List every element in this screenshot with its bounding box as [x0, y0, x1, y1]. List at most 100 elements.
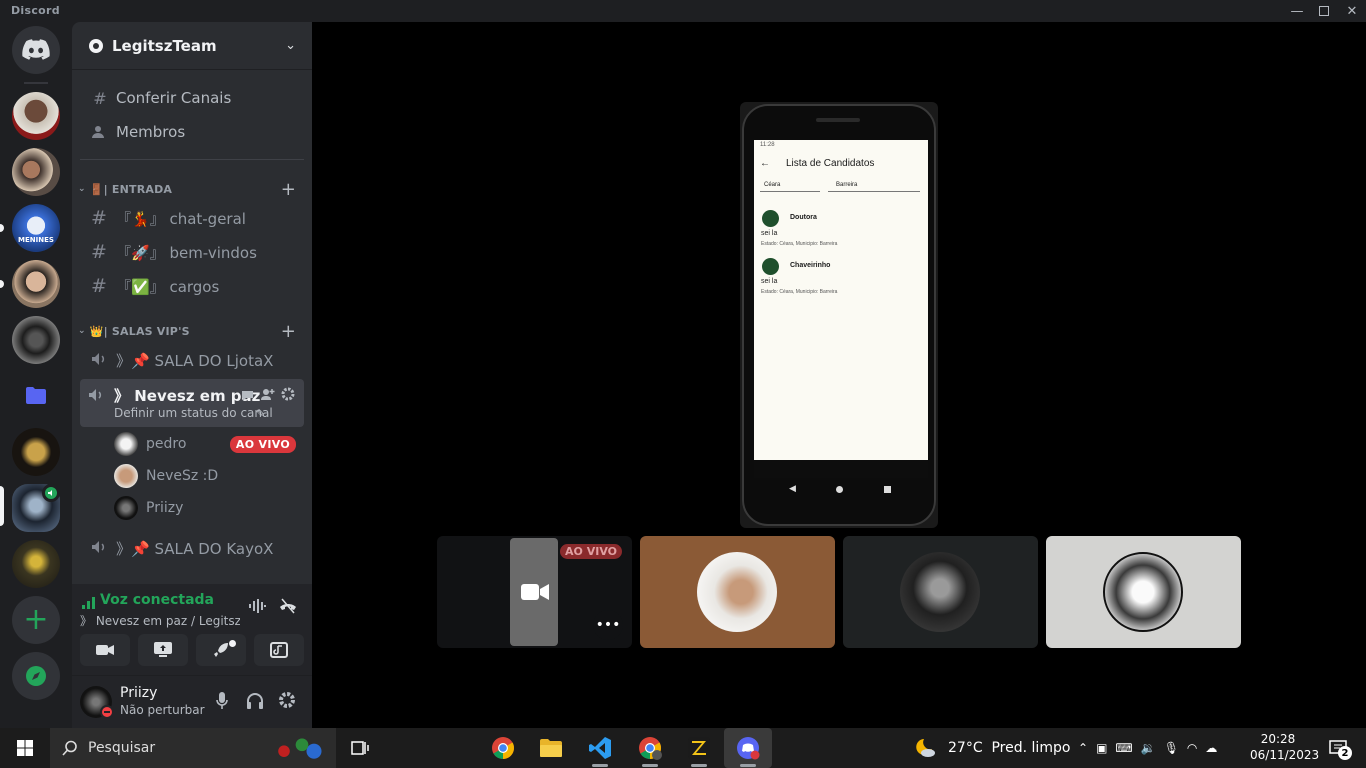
stream-video[interactable]: 11:28 ← Lista de Candidatos Céara Barrei… [740, 102, 938, 528]
title-bar: Discord — ✕ [0, 0, 1366, 22]
tray-chevron-icon[interactable]: ⌃ [1078, 741, 1088, 755]
server-icon-1[interactable] [12, 92, 60, 140]
discord-taskbar-icon [737, 737, 760, 760]
city-select: Barreira [836, 182, 858, 188]
tile-stream-pedro[interactable]: AO VIVO ••• [437, 536, 632, 648]
voice-channel-nevesz[interactable]: 》 Nevesz em paz Definir um status do can… [80, 379, 304, 427]
user-name[interactable]: Priizy [120, 685, 157, 701]
camera-tray-icon[interactable]: ▣ [1096, 741, 1107, 755]
search-box[interactable]: Pesquisar [50, 728, 336, 768]
category-label: 🚪| ENTRADA [89, 182, 173, 196]
soundboard-button[interactable] [254, 634, 304, 666]
file-explorer-app[interactable] [531, 728, 571, 768]
camera-button[interactable] [80, 634, 130, 666]
members-link[interactable]: Membros [80, 116, 304, 148]
voice-user-pedro[interactable]: pedro AO VIVO [114, 430, 304, 458]
voice-connection-panel: Voz conectada 》 Nevesz em paz / LegitszT… [72, 584, 312, 676]
browse-channels[interactable]: # Conferir Canais [80, 82, 304, 114]
back-arrow-icon: ← [760, 158, 770, 169]
channel-status[interactable]: Definir um status do canal [114, 406, 273, 420]
category-salas-vip[interactable]: ⌄ 👑| SALAS VIP'S + [72, 319, 312, 343]
onedrive-icon[interactable]: ☁ [1205, 741, 1217, 755]
rail-divider [24, 82, 48, 84]
tile-user-pedro[interactable] [1046, 536, 1241, 648]
add-server-button[interactable]: + [12, 596, 60, 644]
create-channel-button[interactable]: + [281, 179, 296, 200]
stream-stage[interactable]: 11:28 ← Lista de Candidatos Céara Barrei… [312, 22, 1366, 728]
weather-widget[interactable]: 27°C Pred. limpo [912, 728, 1070, 768]
language-icon[interactable]: ⌨ [1115, 741, 1132, 755]
avatar [114, 496, 138, 520]
person-icon [762, 210, 779, 227]
candidate-desc: sei la [761, 278, 778, 285]
server-icon-5[interactable] [12, 316, 60, 364]
headphones-icon[interactable] [246, 692, 264, 714]
select-underline [760, 191, 820, 192]
candidate-detail: Estado: Céara, Municipio: Barreira [761, 241, 838, 247]
category-entrada[interactable]: ⌄ 🚪| ENTRADA + [72, 177, 312, 201]
avatar [114, 464, 138, 488]
voice-user-priizy[interactable]: Priizy [114, 494, 304, 522]
disconnect-icon[interactable] [278, 597, 298, 619]
volume-icon[interactable]: 🔉 [1141, 741, 1156, 755]
vscode-app[interactable] [580, 728, 620, 768]
new-indicator [229, 640, 236, 647]
noise-suppression-icon[interactable] [248, 598, 266, 618]
channel-chat-geral[interactable]: # 『💃』 chat-geral [80, 202, 304, 234]
create-channel-button[interactable]: + [281, 321, 296, 342]
collapse-arrow-icon: ⌄ [78, 326, 86, 336]
channel-bem-vindos[interactable]: # 『🚀』 bem-vindos [80, 236, 304, 268]
vscode-icon [589, 737, 611, 759]
voice-channel-kayox[interactable]: 》📌 SALA DO KayoX [80, 532, 304, 564]
voice-location[interactable]: 》 Nevesz em paz / LegitszT... [80, 612, 240, 629]
chat-icon[interactable] [241, 387, 254, 406]
discord-app[interactable] [724, 728, 772, 768]
server-icon-7[interactable] [12, 428, 60, 476]
server-icon-9[interactable] [12, 540, 60, 588]
notifications-button[interactable]: 2 [1318, 728, 1358, 768]
chevron-down-icon: ⌄ [285, 38, 296, 53]
explore-button[interactable] [12, 652, 60, 700]
activities-button[interactable] [196, 634, 246, 666]
more-options-icon[interactable]: ••• [593, 610, 623, 640]
active-indicator [740, 764, 756, 767]
minimize-button[interactable]: — [1283, 0, 1311, 22]
zapp-app[interactable] [679, 728, 719, 768]
speaker-icon [88, 349, 110, 371]
compass-icon [26, 666, 46, 686]
running-indicator [642, 764, 658, 767]
screen-share-button[interactable] [138, 634, 188, 666]
invite-icon[interactable] [261, 386, 275, 405]
phone-clock: 11:28 [760, 142, 775, 148]
home-button[interactable] [12, 26, 60, 74]
voice-status[interactable]: Voz conectada [100, 592, 214, 608]
server-icon-meninos[interactable]: MENINES [12, 204, 60, 252]
wifi-icon[interactable]: ◠ [1187, 741, 1197, 755]
chrome-app[interactable] [483, 728, 523, 768]
tile-user-nevesz[interactable] [640, 536, 835, 648]
camera-icon [96, 645, 114, 655]
server-folder[interactable] [12, 372, 60, 420]
nav-recents-icon [884, 486, 891, 493]
chrome-profile-app[interactable] [630, 728, 670, 768]
start-button[interactable] [4, 728, 46, 768]
maximize-button[interactable] [1310, 0, 1338, 22]
channel-cargos[interactable]: # 『✅』 cargos [80, 270, 304, 302]
signal-icon [82, 594, 96, 613]
clock[interactable]: 20:28 06/11/2023 [1250, 731, 1319, 763]
guild-header[interactable]: LegitszTeam ⌄ [72, 22, 312, 70]
server-icon-4[interactable] [12, 260, 60, 308]
settings-gear-icon[interactable] [278, 691, 296, 713]
folder-icon [26, 387, 46, 404]
voice-channel-ljotax[interactable]: 》📌 SALA DO LjotaX [80, 344, 304, 376]
tile-user-priizy[interactable] [843, 536, 1038, 648]
microphone-icon[interactable] [216, 692, 228, 714]
server-icon-text: MENINES [18, 236, 54, 244]
server-icon-2[interactable] [12, 148, 60, 196]
microphone-tray-icon[interactable]: 🎙 [1164, 741, 1179, 755]
task-view-button[interactable] [340, 728, 380, 768]
close-button[interactable]: ✕ [1338, 0, 1366, 22]
gear-icon[interactable] [281, 386, 295, 405]
user-panel: Priizy Não perturbar [72, 676, 312, 728]
voice-user-nevesz[interactable]: NeveSz :D [114, 462, 304, 490]
